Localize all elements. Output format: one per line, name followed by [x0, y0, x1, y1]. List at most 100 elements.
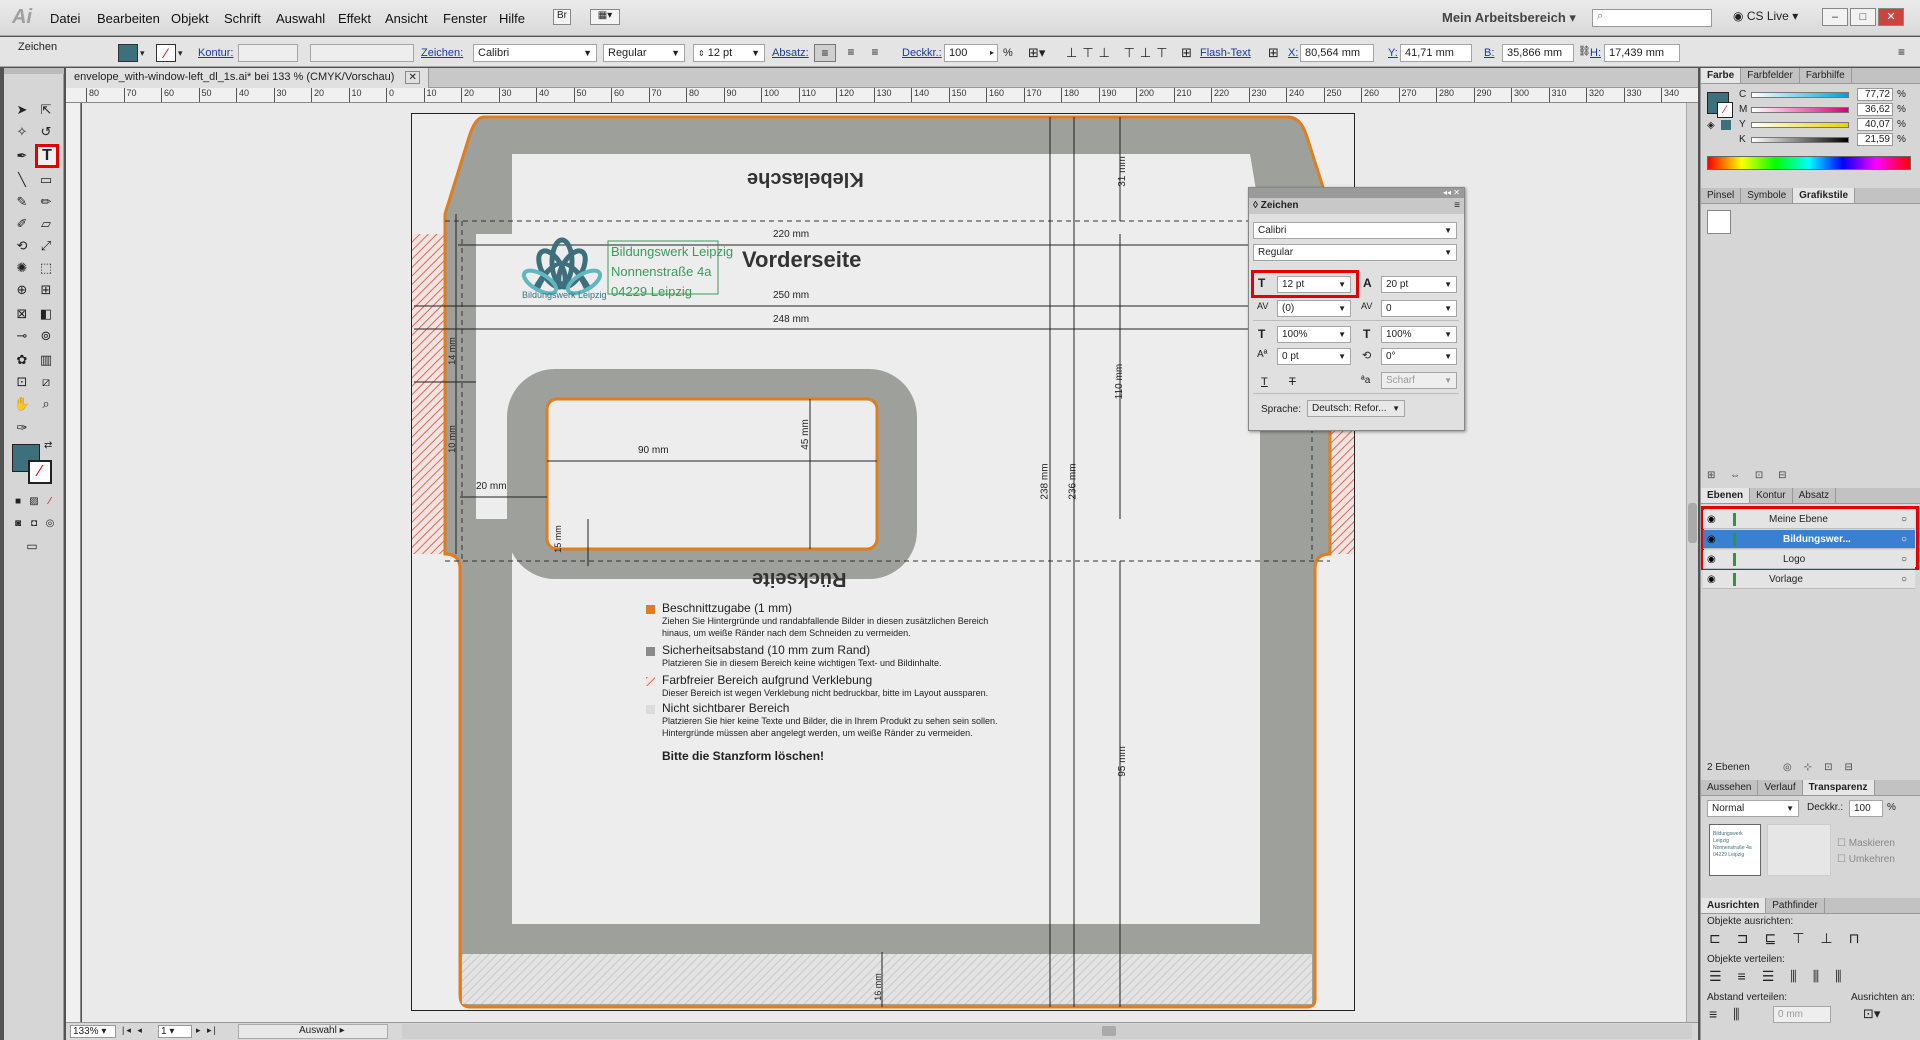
scale-tool-icon[interactable]: ⤢ [36, 236, 56, 256]
vertical-scrollbar[interactable] [1686, 103, 1698, 1022]
distribute-objects-icons[interactable]: ☰≡☰⫼⫼⫼ [1709, 968, 1858, 985]
web-color-swatch[interactable] [1721, 120, 1731, 130]
absatz-link[interactable]: Absatz: [772, 47, 809, 59]
page-nav-next-icon[interactable]: ▸ ▸| [196, 1025, 218, 1036]
recolor-icon[interactable]: ⊞▾ [1028, 45, 1045, 61]
hand-tool-icon[interactable]: ✋ [12, 394, 32, 414]
channel-value[interactable]: 21,59 [1857, 133, 1893, 146]
channel-value[interactable]: 77,72 [1857, 88, 1893, 101]
legend-item[interactable]: Sicherheitsabstand (10 mm zum Rand) Platz… [662, 643, 942, 669]
paintbrush-tool-icon[interactable]: ✎ [12, 192, 32, 212]
stroke-weight-field[interactable] [238, 44, 298, 62]
gradient-tool-icon[interactable]: ◧ [36, 304, 56, 324]
char-baseline-field[interactable]: 0 pt ▼ [1277, 348, 1351, 365]
char-font-select[interactable]: Calibri ▼ [1253, 222, 1457, 239]
x-field[interactable]: 80,564 mm [1300, 44, 1374, 62]
layer-name[interactable]: Logo [1783, 550, 1805, 569]
visibility-eye-icon[interactable]: ◉ [1707, 530, 1716, 549]
pencil-tool-icon[interactable]: ✏ [36, 192, 56, 212]
search-input[interactable]: ⌕ [1592, 9, 1712, 27]
tab-farbe[interactable]: Farbe [1701, 68, 1742, 83]
visibility-eye-icon[interactable]: ◉ [1707, 570, 1716, 589]
menu-effekt[interactable]: Effekt [338, 11, 371, 26]
rotate-tool-icon[interactable]: ⟲ [12, 236, 32, 256]
line-tool-icon[interactable]: ╲ [12, 170, 32, 190]
opacity-field[interactable]: 100 ▸ [944, 44, 998, 62]
tab-verlauf[interactable]: Verlauf [1758, 780, 1803, 795]
blend-mode-select[interactable]: Normal ▼ [1707, 800, 1799, 817]
target-circle-icon[interactable]: ○ [1901, 530, 1907, 549]
mesh-tool-icon[interactable]: ⊠ [12, 304, 32, 324]
column-graph-tool-icon[interactable]: ▥ [36, 350, 56, 370]
free-transform-tool-icon[interactable]: ⬚ [36, 258, 56, 278]
maximize-button[interactable]: □ [1850, 8, 1876, 26]
layer-row[interactable]: ◉ Logo ○ [1703, 550, 1915, 569]
layer-name[interactable]: Bildungswer... [1783, 530, 1851, 549]
blob-brush-tool-icon[interactable]: ✐ [12, 214, 32, 234]
zoom-select[interactable]: 133% ▾ [70, 1025, 116, 1038]
legend-footer[interactable]: Bitte die Stanzform löschen! [662, 749, 824, 763]
align-center-button[interactable]: ≡ [840, 44, 862, 62]
page-field[interactable]: 1 ▾ [158, 1025, 192, 1038]
tab-kontur[interactable]: Kontur [1750, 488, 1793, 503]
layer-name[interactable]: Meine Ebene [1769, 510, 1828, 529]
x-link[interactable]: X: [1288, 47, 1298, 59]
stroke-style-field[interactable] [310, 44, 414, 62]
stroke-swatch[interactable]: ⁄ [156, 44, 176, 62]
horizontal-ruler[interactable]: 80 70 60 50 40 30 20 10 0 10 20 30 40 50 60 70 80 90 100 11… [66, 88, 1698, 103]
transparency-opacity-field[interactable]: 100 [1849, 800, 1883, 817]
legend-item[interactable]: Nicht sichtbarer Bereich Platzieren Sie h… [662, 701, 1002, 739]
cmyk-row[interactable]: M 36,62% [1739, 103, 1919, 119]
align-objects-icons[interactable]: ⊏⊐⊑⊤⊥⊓ [1709, 930, 1876, 947]
close-tab-icon[interactable]: ✕ [405, 71, 420, 84]
front-title[interactable]: Vorderseite [742, 247, 861, 273]
char-kerning-field[interactable]: (0) ▼ [1277, 300, 1351, 317]
scrollbar-thumb[interactable] [1102, 1026, 1116, 1036]
distribute-spacing-icons[interactable]: ≡⫼ [1709, 1006, 1756, 1023]
tab-pinsel[interactable]: Pinsel [1701, 188, 1742, 203]
cmyk-row[interactable]: Y 40,07% [1739, 118, 1919, 134]
legend-item[interactable]: Beschnittzugabe (1 mm) Ziehen Sie Hinterg… [662, 601, 1002, 639]
channel-slider[interactable] [1751, 122, 1849, 128]
eraser-tool-icon[interactable]: ▱ [36, 214, 56, 234]
char-size-field[interactable]: 12 pt ▼ [1277, 276, 1351, 293]
spacing-field[interactable]: 0 mm [1773, 1006, 1831, 1023]
channel-slider[interactable] [1751, 92, 1849, 98]
rectangle-tool-icon[interactable]: ▭ [36, 170, 56, 190]
direct-selection-tool-icon[interactable]: ⇱ [36, 100, 56, 120]
eyedropper-tool-icon[interactable]: ⊸ [12, 326, 32, 346]
arrange-documents-icon[interactable]: ▦▾ [590, 9, 620, 25]
menu-schrift[interactable]: Schrift [224, 11, 261, 26]
pen-tool-icon[interactable]: ✒ [12, 146, 32, 166]
tab-pathfinder[interactable]: Pathfinder [1766, 898, 1825, 913]
visibility-eye-icon[interactable]: ◉ [1707, 550, 1716, 569]
layer-row[interactable]: ◉ Vorlage ○ [1703, 570, 1915, 589]
symbol-sprayer-tool-icon[interactable]: ✿ [12, 350, 32, 370]
artboard-tool-icon[interactable]: ⊡ [12, 372, 32, 392]
color-spectrum[interactable] [1707, 156, 1911, 170]
flash-text-link[interactable]: Flash-Text [1200, 47, 1251, 59]
height-field[interactable]: 17,439 mm [1604, 44, 1680, 62]
cs-live-button[interactable]: ◉ CS Live ▾ [1733, 9, 1798, 23]
kontur-link[interactable]: Kontur: [198, 47, 233, 59]
menu-datei[interactable]: Datei [50, 11, 80, 26]
stroke-color-box[interactable]: ⁄ [28, 460, 52, 484]
reference-point-icon[interactable]: ⊞ [1268, 45, 1279, 61]
menu-objekt[interactable]: Objekt [171, 11, 209, 26]
layer-row[interactable]: ◉ Bildungswer... ○ [1703, 530, 1915, 549]
transparency-thumbnail[interactable]: Bildungswerk Leipzig Nonnenstraße 4a 042… [1709, 824, 1761, 876]
char-rotation-field[interactable]: 0° ▼ [1381, 348, 1457, 365]
align-objects-icons[interactable]: ⊥⊤⊥ ⊤⊥⊤ ⊞ [1066, 45, 1197, 61]
tab-ausrichten[interactable]: Ausrichten [1701, 898, 1767, 913]
target-circle-icon[interactable]: ○ [1901, 550, 1907, 569]
selection-tool-icon[interactable]: ➤ [12, 100, 32, 120]
sender-address[interactable]: Bildungswerk Leipzig Nonnenstraße 4a 042… [611, 242, 733, 302]
font-size-field[interactable]: ⇕ 12 pt ▼ [693, 44, 765, 62]
magic-wand-tool-icon[interactable]: ✧ [12, 122, 32, 142]
align-to-select[interactable]: ⊡▾ [1863, 1006, 1880, 1022]
measure-tool-icon[interactable]: ✑ [12, 418, 32, 438]
lasso-tool-icon[interactable]: ↺ [36, 122, 56, 142]
fill-dropdown-icon[interactable]: ▾ [140, 44, 150, 62]
invert-mask-checkbox[interactable]: ☐ Umkehren [1837, 854, 1895, 865]
graphic-style-panel-icons[interactable]: ⊞ ⇔ ⊡ ⊟ [1707, 470, 1792, 481]
